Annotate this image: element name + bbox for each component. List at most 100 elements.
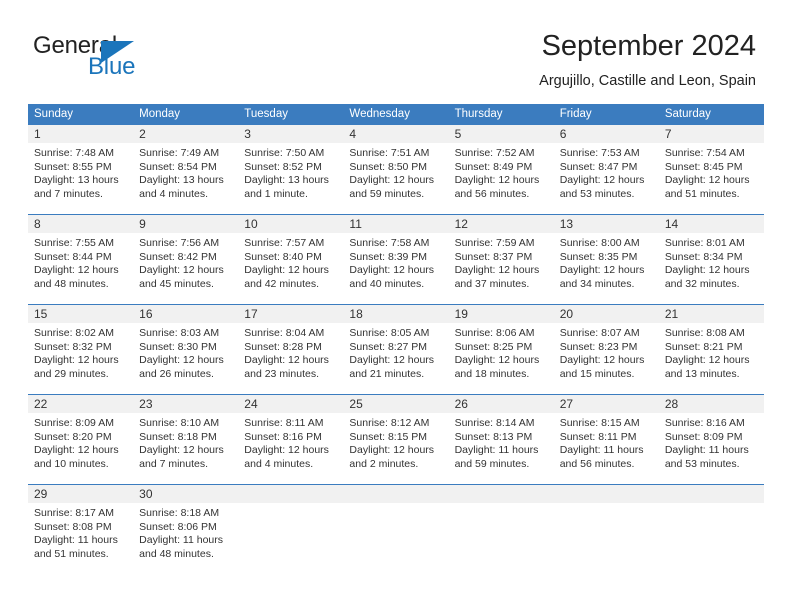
sunrise-text: Sunrise: 8:05 AM (349, 327, 430, 339)
day-number-band (343, 485, 449, 503)
day-cell[interactable]: 11 Sunrise: 7:58 AM Sunset: 8:39 PM Dayl… (343, 215, 449, 304)
day-number: 27 (559, 397, 574, 411)
day-cell[interactable]: 1 Sunrise: 7:48 AM Sunset: 8:55 PM Dayli… (28, 125, 134, 214)
daylight-text-line2: and 40 minutes. (349, 277, 425, 290)
sunrise-text: Sunrise: 7:54 AM (664, 147, 745, 159)
logo-text-blue: Blue (88, 53, 136, 80)
day-cell[interactable]: 26 Sunrise: 8:14 AM Sunset: 8:13 PM Dayl… (448, 395, 554, 484)
day-cell[interactable]: 21 Sunrise: 8:08 AM Sunset: 8:21 PM Dayl… (658, 305, 764, 394)
sunset-text: Sunset: 8:37 PM (454, 250, 533, 263)
day-cell[interactable]: 4 Sunrise: 7:51 AM Sunset: 8:50 PM Dayli… (343, 125, 449, 214)
daylight-text-line1: Daylight: 12 hours (244, 354, 329, 367)
day-number-band: 19 (448, 305, 554, 323)
day-details: Sunrise: 8:18 AM Sunset: 8:06 PM Dayligh… (133, 503, 238, 561)
daylight-text-line2: and 45 minutes. (139, 277, 214, 290)
day-cell[interactable]: 25 Sunrise: 8:12 AM Sunset: 8:15 PM Dayl… (343, 395, 449, 484)
daylight-text-line2: and 56 minutes. (559, 457, 635, 470)
day-details: Sunrise: 7:57 AM Sunset: 8:40 PM Dayligh… (238, 233, 343, 291)
sunrise-text: Sunrise: 7:57 AM (244, 237, 325, 249)
daylight-text-line2: and 26 minutes. (139, 367, 214, 380)
day-number: 30 (139, 487, 153, 501)
sunrise-text: Sunrise: 8:15 AM (559, 417, 640, 429)
day-number-band: 25 (343, 395, 449, 413)
day-cell[interactable]: 28 Sunrise: 8:16 AM Sunset: 8:09 PM Dayl… (658, 395, 764, 484)
sunrise-text: Sunrise: 7:59 AM (454, 237, 535, 249)
day-cell[interactable]: 6 Sunrise: 7:53 AM Sunset: 8:47 PM Dayli… (553, 125, 659, 214)
daylight-text-line1: Daylight: 12 hours (349, 264, 435, 277)
sunset-text: Sunset: 8:25 PM (454, 340, 533, 353)
day-cell[interactable]: 12 Sunrise: 7:59 AM Sunset: 8:37 PM Dayl… (448, 215, 554, 304)
day-details: Sunrise: 7:52 AM Sunset: 8:49 PM Dayligh… (449, 143, 554, 201)
day-cell[interactable]: 3 Sunrise: 7:50 AM Sunset: 8:52 PM Dayli… (238, 125, 344, 214)
sunset-text: Sunset: 8:21 PM (664, 340, 743, 353)
daylight-text-line2: and 59 minutes. (349, 187, 425, 200)
day-cell[interactable]: 7 Sunrise: 7:54 AM Sunset: 8:45 PM Dayli… (658, 125, 764, 214)
day-cell[interactable]: 24 Sunrise: 8:11 AM Sunset: 8:16 PM Dayl… (238, 395, 344, 484)
day-cell[interactable]: 8 Sunrise: 7:55 AM Sunset: 8:44 PM Dayli… (28, 215, 134, 304)
day-number-band: 7 (658, 125, 764, 143)
day-cell[interactable]: 18 Sunrise: 8:05 AM Sunset: 8:27 PM Dayl… (343, 305, 449, 394)
day-cell[interactable]: 20 Sunrise: 8:07 AM Sunset: 8:23 PM Dayl… (553, 305, 659, 394)
sunset-text: Sunset: 8:42 PM (139, 250, 217, 263)
day-details: Sunrise: 8:02 AM Sunset: 8:32 PM Dayligh… (28, 323, 133, 381)
day-number-band: 11 (343, 215, 449, 233)
day-cell-empty (238, 485, 344, 581)
sunset-text: Sunset: 8:49 PM (454, 160, 533, 173)
day-cell[interactable]: 30 Sunrise: 8:18 AM Sunset: 8:06 PM Dayl… (133, 485, 239, 581)
day-cell[interactable]: 23 Sunrise: 8:10 AM Sunset: 8:18 PM Dayl… (133, 395, 239, 484)
day-cell[interactable]: 22 Sunrise: 8:09 AM Sunset: 8:20 PM Dayl… (28, 395, 134, 484)
sunrise-text: Sunrise: 7:53 AM (559, 147, 640, 159)
day-cell[interactable]: 10 Sunrise: 7:57 AM Sunset: 8:40 PM Dayl… (238, 215, 344, 304)
day-cell[interactable]: 19 Sunrise: 8:06 AM Sunset: 8:25 PM Dayl… (448, 305, 554, 394)
day-number-band: 1 (28, 125, 134, 143)
day-cell[interactable]: 2 Sunrise: 7:49 AM Sunset: 8:54 PM Dayli… (133, 125, 239, 214)
sunset-text: Sunset: 8:09 PM (664, 430, 743, 443)
day-cell[interactable]: 14 Sunrise: 8:01 AM Sunset: 8:34 PM Dayl… (658, 215, 764, 304)
day-details: Sunrise: 7:55 AM Sunset: 8:44 PM Dayligh… (28, 233, 133, 291)
day-details: Sunrise: 8:06 AM Sunset: 8:25 PM Dayligh… (449, 323, 554, 381)
daylight-text-line1: Daylight: 12 hours (34, 444, 119, 457)
day-cell[interactable]: 16 Sunrise: 8:03 AM Sunset: 8:30 PM Dayl… (133, 305, 239, 394)
day-number: 1 (34, 127, 41, 141)
day-number: 26 (454, 397, 468, 411)
day-cell[interactable]: 29 Sunrise: 8:17 AM Sunset: 8:08 PM Dayl… (28, 485, 134, 581)
day-number-band: 5 (448, 125, 554, 143)
sunset-text: Sunset: 8:54 PM (139, 160, 217, 173)
sunrise-text: Sunrise: 8:06 AM (454, 327, 535, 339)
day-cell[interactable]: 17 Sunrise: 8:04 AM Sunset: 8:28 PM Dayl… (238, 305, 344, 394)
day-number-band: 28 (658, 395, 764, 413)
sunrise-text: Sunrise: 7:55 AM (34, 237, 114, 249)
day-number: 19 (454, 307, 468, 321)
day-number: 7 (664, 127, 672, 141)
sunrise-text: Sunrise: 7:49 AM (139, 147, 220, 159)
day-details: Sunrise: 7:48 AM Sunset: 8:55 PM Dayligh… (28, 143, 133, 201)
sunrise-text: Sunrise: 8:03 AM (139, 327, 220, 339)
weekday-wednesday: Wednesday (349, 108, 410, 120)
day-cell[interactable]: 9 Sunrise: 7:56 AM Sunset: 8:42 PM Dayli… (133, 215, 239, 304)
day-number-band: 24 (238, 395, 344, 413)
day-number-band: 17 (238, 305, 344, 323)
day-number: 15 (34, 307, 48, 321)
day-details: Sunrise: 8:09 AM Sunset: 8:20 PM Dayligh… (28, 413, 133, 471)
day-cell-empty (658, 485, 764, 581)
day-cell[interactable]: 15 Sunrise: 8:02 AM Sunset: 8:32 PM Dayl… (28, 305, 134, 394)
day-cell[interactable]: 27 Sunrise: 8:15 AM Sunset: 8:11 PM Dayl… (553, 395, 659, 484)
sunrise-text: Sunrise: 8:08 AM (664, 327, 745, 339)
day-cell[interactable]: 5 Sunrise: 7:52 AM Sunset: 8:49 PM Dayli… (448, 125, 554, 214)
calendar-grid: Sunday Monday Tuesday Wednesday Thursday… (28, 104, 764, 581)
daylight-text-line2: and 53 minutes. (664, 457, 740, 470)
daylight-text-line1: Daylight: 12 hours (139, 354, 224, 367)
day-details: Sunrise: 7:54 AM Sunset: 8:45 PM Dayligh… (659, 143, 764, 201)
daylight-text-line2: and 18 minutes. (454, 367, 530, 380)
day-number-band (448, 485, 554, 503)
daylight-text-line2: and 32 minutes. (664, 277, 740, 290)
day-number: 4 (349, 127, 357, 141)
daylight-text-line2: and 4 minutes. (244, 457, 314, 470)
daylight-text-line2: and 51 minutes. (664, 187, 740, 200)
weekday-thursday: Thursday (454, 108, 503, 120)
sunrise-text: Sunrise: 8:12 AM (349, 417, 430, 429)
day-details: Sunrise: 8:03 AM Sunset: 8:30 PM Dayligh… (133, 323, 238, 381)
daylight-text-line1: Daylight: 13 hours (244, 174, 329, 187)
day-cell[interactable]: 13 Sunrise: 8:00 AM Sunset: 8:35 PM Dayl… (553, 215, 659, 304)
day-details: Sunrise: 8:07 AM Sunset: 8:23 PM Dayligh… (554, 323, 659, 381)
